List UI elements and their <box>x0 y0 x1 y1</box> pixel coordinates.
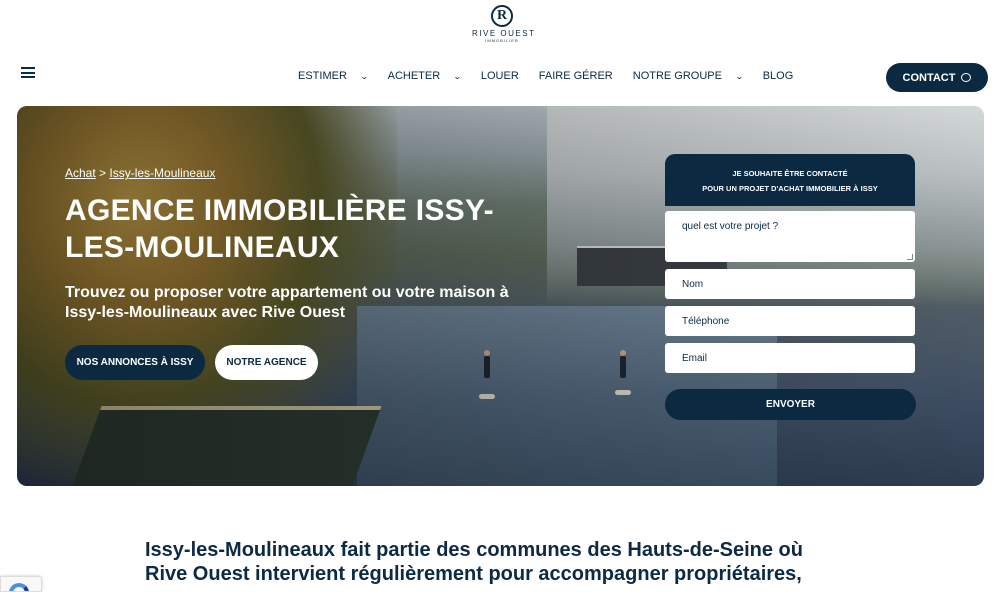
breadcrumb: Achat > Issy-les-Moulineaux <box>65 166 215 180</box>
nav-item-acheter[interactable]: ACHETER ⌄ <box>388 70 462 82</box>
breadcrumb-separator: > <box>99 166 107 180</box>
intro-paragraph: Issy-les-Moulineaux fait partie des comm… <box>145 539 803 585</box>
hamburger-icon[interactable] <box>21 67 35 78</box>
submit-button[interactable]: ENVOYER <box>665 389 916 420</box>
chevron-down-icon: ⌄ <box>453 71 462 81</box>
brand-name: RIVE OUEST <box>472 29 536 38</box>
chevron-down-icon: ⌄ <box>734 71 744 81</box>
agency-button[interactable]: NOTRE AGENCE <box>215 345 318 380</box>
nav-item-louer[interactable]: LOUER <box>481 70 519 82</box>
chevron-down-icon: ⌄ <box>359 71 369 81</box>
nav-item-blog[interactable]: BLOG <box>763 70 794 82</box>
resize-handle-icon[interactable] <box>907 254 913 260</box>
chat-bubble-icon <box>961 73 972 82</box>
listings-button[interactable]: NOS ANNONCES À ISSY <box>65 345 205 380</box>
brand-logo[interactable]: R RIVE OUEST IMMOBILIER <box>472 5 536 43</box>
main-nav: ESTIMER ⌄ ACHETER ⌄ LOUER FAIRE GÉRER NOTR… <box>298 70 793 82</box>
contact-button[interactable]: CONTACT <box>886 63 988 92</box>
nav-item-faire-gerer[interactable]: FAIRE GÉRER <box>539 70 613 82</box>
breadcrumb-link-achat[interactable]: Achat <box>65 166 96 180</box>
nav-item-estimer[interactable]: ESTIMER ⌄ <box>298 70 369 82</box>
nav-item-notre-groupe[interactable]: NOTRE GROUPE ⌄ <box>633 70 744 82</box>
brand-subtitle: IMMOBILIER <box>485 38 519 43</box>
hero-subtitle: Trouvez ou proposer votre appartement ou… <box>65 284 509 321</box>
name-field[interactable]: Nom <box>665 269 915 299</box>
logo-icon: R <box>491 5 513 27</box>
form-heading: JE SOUHAITE ÊTRE CONTACTÉ POUR UN PROJET… <box>665 154 915 206</box>
project-textarea[interactable]: quel est votre projet ? <box>665 211 915 262</box>
recaptcha-badge-icon[interactable] <box>0 576 42 592</box>
phone-field[interactable]: Téléphone <box>665 306 915 336</box>
email-field[interactable]: Email <box>665 343 915 373</box>
page-title: AGENCE IMMOBILIÈRE ISSY-LES-MOULINEAUX <box>65 194 494 264</box>
breadcrumb-link-issy[interactable]: Issy-les-Moulineaux <box>109 166 215 180</box>
